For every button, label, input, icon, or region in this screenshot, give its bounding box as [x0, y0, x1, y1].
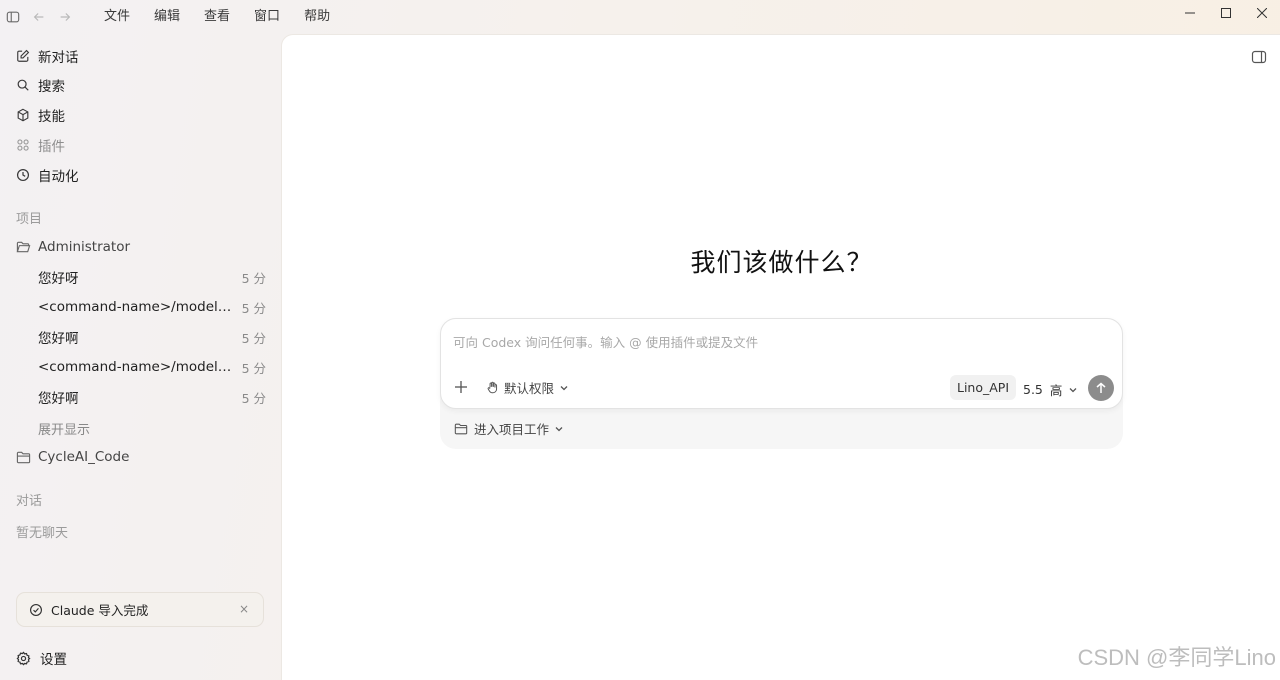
back-arrow-icon[interactable] — [26, 2, 52, 32]
folder-icon — [454, 423, 468, 434]
settings-button[interactable]: 设置 — [16, 648, 67, 668]
project-name: Administrator — [38, 239, 131, 255]
chat-list-item[interactable]: 您好啊 5 分 — [28, 323, 272, 351]
chat-list-item[interactable]: 您好呀 5 分 — [28, 263, 272, 291]
close-button[interactable] — [1244, 0, 1280, 26]
menu-file[interactable]: 文件 — [92, 2, 142, 32]
provider-chip[interactable]: Lino_API — [950, 375, 1017, 400]
toast-message: Claude 导入完成 — [51, 603, 149, 618]
chat-time: 5 分 — [241, 360, 266, 376]
toast-close-icon[interactable]: × — [239, 602, 249, 616]
chat-list-item[interactable]: <command-name>/model</command-name> 5 分 — [28, 293, 272, 321]
check-circle-icon — [30, 603, 42, 616]
gear-icon — [16, 650, 31, 665]
composer-box[interactable]: 可向 Codex 询问任何事。输入 @ 使用插件或提及文件 默认权限 Lino_… — [440, 318, 1123, 409]
window-controls — [1172, 0, 1280, 26]
chevron-down-icon — [560, 385, 568, 390]
plus-icon[interactable] — [453, 379, 469, 395]
expand-chats-link[interactable]: 展开显示 — [38, 419, 90, 438]
sidebar: 新对话 搜索 技能 插件 自动化 项目 Administrator 您好呀 5 … — [0, 34, 280, 680]
chat-title: <command-name>/model</command-name> — [38, 299, 234, 315]
right-panel-toggle-icon[interactable] — [1251, 49, 1267, 65]
minimize-icon — [1185, 12, 1195, 14]
watermark: CSDN @李同学Lino — [1077, 645, 1276, 670]
chat-title: 您好啊 — [38, 331, 79, 347]
maximize-button[interactable] — [1208, 0, 1244, 26]
chat-time: 5 分 — [241, 330, 266, 346]
sidebar-item-search[interactable]: 搜索 — [10, 71, 272, 99]
composer-container: 可向 Codex 询问任何事。输入 @ 使用插件或提及文件 默认权限 Lino_… — [440, 318, 1123, 449]
workspace-dropdown[interactable]: 进入项目工作 — [454, 419, 564, 438]
no-chats-text: 暂无聊天 — [16, 526, 69, 541]
project-cycleai-code[interactable]: CycleAI_Code — [10, 443, 272, 471]
folder-icon — [16, 451, 31, 463]
arrow-up-icon — [1096, 382, 1106, 393]
edit-icon — [17, 49, 30, 62]
reasoning-level: 高 — [1049, 383, 1063, 398]
chevron-down-icon — [555, 426, 563, 431]
permission-dropdown[interactable]: 默认权限 — [486, 378, 569, 397]
model-version: 5.5 — [1023, 382, 1043, 397]
chat-time: 5 分 — [241, 270, 266, 286]
title-bar: 文件 编辑 查看 窗口 帮助 — [0, 0, 1280, 34]
cube-icon — [17, 108, 29, 122]
search-icon — [17, 79, 29, 91]
import-toast: Claude 导入完成 × — [16, 592, 264, 627]
sidebar-item-skills[interactable]: 技能 — [10, 101, 272, 129]
settings-label: 设置 — [40, 652, 67, 668]
chat-title: 您好啊 — [38, 391, 79, 407]
sidebar-item-automation[interactable]: 自动化 — [10, 161, 272, 189]
main-panel: 我们该做什么？ 可向 Codex 询问任何事。输入 @ 使用插件或提及文件 默认… — [281, 34, 1280, 680]
workspace-label: 进入项目工作 — [474, 422, 550, 437]
chat-title: <command-name>/model</command-name> — [38, 359, 234, 375]
sidebar-item-plugins[interactable]: 插件 — [10, 131, 272, 159]
menu-view[interactable]: 查看 — [192, 2, 242, 32]
sidebar-item-label: 自动化 — [38, 169, 79, 185]
menu-edit[interactable]: 编辑 — [142, 2, 192, 32]
project-name: CycleAI_Code — [38, 449, 130, 465]
menu-help[interactable]: 帮助 — [292, 2, 342, 32]
chevron-down-icon — [1069, 387, 1077, 392]
chat-title: 您好呀 — [38, 271, 79, 287]
maximize-icon — [1221, 8, 1231, 18]
model-selector[interactable]: 5.5 高 — [1023, 380, 1078, 399]
close-icon — [1257, 8, 1267, 18]
send-button[interactable] — [1088, 375, 1114, 401]
chat-list-item[interactable]: 您好啊 5 分 — [28, 383, 272, 411]
sidebar-item-label: 新对话 — [38, 50, 79, 66]
folder-open-icon — [16, 241, 31, 252]
permission-label: 默认权限 — [504, 381, 555, 396]
conversations-section-label: 对话 — [16, 494, 43, 509]
project-administrator[interactable]: Administrator — [10, 233, 272, 261]
sidebar-toggle-icon[interactable] — [0, 2, 26, 32]
grid-icon — [17, 139, 29, 151]
page-title: 我们该做什么？ — [690, 248, 873, 277]
prompt-input[interactable]: 可向 Codex 询问任何事。输入 @ 使用插件或提及文件 — [453, 332, 758, 351]
chat-time: 5 分 — [241, 390, 266, 406]
chat-list-item[interactable]: <command-name>/model</command-name> 5 分 — [28, 353, 272, 381]
sidebar-item-label: 搜索 — [38, 79, 65, 95]
sidebar-item-new-chat[interactable]: 新对话 — [10, 42, 272, 70]
menu-window[interactable]: 窗口 — [242, 2, 292, 32]
projects-section-label: 项目 — [16, 212, 43, 227]
hand-icon — [487, 381, 498, 394]
clock-icon — [16, 168, 30, 182]
sidebar-item-label: 技能 — [38, 109, 65, 125]
forward-arrow-icon[interactable] — [52, 2, 78, 32]
sidebar-item-label: 插件 — [38, 139, 65, 155]
menu-bar: 文件 编辑 查看 窗口 帮助 — [92, 2, 342, 32]
minimize-button[interactable] — [1172, 0, 1208, 26]
chat-time: 5 分 — [241, 300, 266, 316]
